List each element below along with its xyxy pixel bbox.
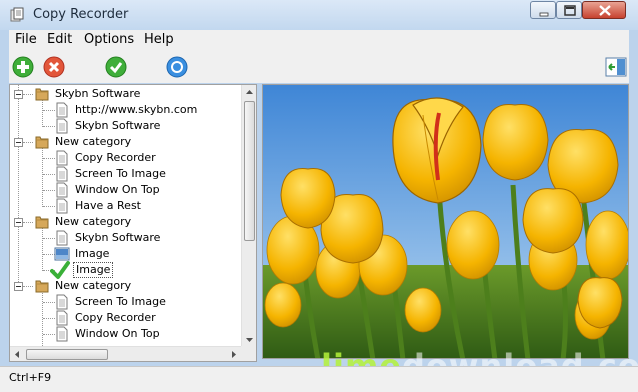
document-icon <box>56 118 68 134</box>
folder-icon <box>35 216 49 229</box>
document-icon <box>56 294 68 310</box>
folder-icon <box>35 280 49 293</box>
tree-connector <box>42 147 43 207</box>
menu-bar: File Edit Options Help <box>9 30 629 49</box>
scroll-corner <box>241 346 256 361</box>
document-icon <box>56 166 68 182</box>
document-icon <box>56 198 68 214</box>
image-preview <box>262 84 629 359</box>
tree-connector <box>42 99 43 127</box>
scroll-up-icon[interactable] <box>242 85 257 100</box>
tree-connector <box>23 142 33 143</box>
check-icon <box>50 261 70 279</box>
status-bar: Ctrl+F9 <box>0 366 638 392</box>
document-icon <box>56 230 68 246</box>
document-icon <box>56 150 68 166</box>
app-icon <box>10 7 24 22</box>
horizontal-scrollbar[interactable] <box>10 346 241 362</box>
maximize-button[interactable] <box>556 1 582 19</box>
scroll-down-icon[interactable] <box>242 332 257 347</box>
collapse-icon[interactable] <box>14 90 23 99</box>
tree-connector <box>23 94 33 95</box>
title-bar[interactable]: Copy Recorder <box>0 0 638 30</box>
minimize-button[interactable] <box>530 1 556 19</box>
close-icon <box>599 5 611 16</box>
folder-icon <box>35 136 49 149</box>
app-window: Copy Recorder File Edit Options Help Sky… <box>0 0 638 392</box>
document-icon <box>56 310 68 326</box>
menu-help[interactable]: Help <box>144 32 174 47</box>
close-button[interactable] <box>582 1 626 19</box>
check-icon[interactable] <box>105 56 127 78</box>
window-title: Copy Recorder <box>33 7 129 22</box>
folder-icon <box>35 88 49 101</box>
tree-connector <box>18 85 19 290</box>
vertical-scrollbar[interactable] <box>241 85 257 348</box>
menu-edit[interactable]: Edit <box>47 32 72 47</box>
horizontal-scroll-thumb[interactable] <box>26 349 108 360</box>
minimize-icon <box>539 12 549 17</box>
status-text: Ctrl+F9 <box>9 371 52 384</box>
tulips-image <box>263 85 628 358</box>
scroll-left-icon[interactable] <box>10 347 25 362</box>
scroll-right-icon[interactable] <box>226 347 241 362</box>
circle-icon[interactable] <box>166 56 188 78</box>
document-icon <box>56 326 68 342</box>
x-icon[interactable] <box>43 56 65 78</box>
collapse-icon[interactable] <box>14 282 23 291</box>
collapse-icon[interactable] <box>14 218 23 227</box>
panel-toggle-icon[interactable] <box>605 56 627 78</box>
vertical-scroll-thumb[interactable] <box>244 101 255 241</box>
menu-file[interactable]: File <box>15 32 37 47</box>
plus-icon[interactable] <box>12 56 34 78</box>
category-tree[interactable]: Skybn Software http://www.skybn.com Skyb… <box>9 84 257 362</box>
toolbar <box>9 49 629 83</box>
menu-options[interactable]: Options <box>84 32 134 47</box>
tree-connector <box>23 222 33 223</box>
tree-connector <box>42 227 43 271</box>
maximize-icon <box>564 5 576 16</box>
document-icon <box>56 102 68 118</box>
document-icon <box>56 182 68 198</box>
tree-connector <box>23 286 33 287</box>
collapse-icon[interactable] <box>14 138 23 147</box>
